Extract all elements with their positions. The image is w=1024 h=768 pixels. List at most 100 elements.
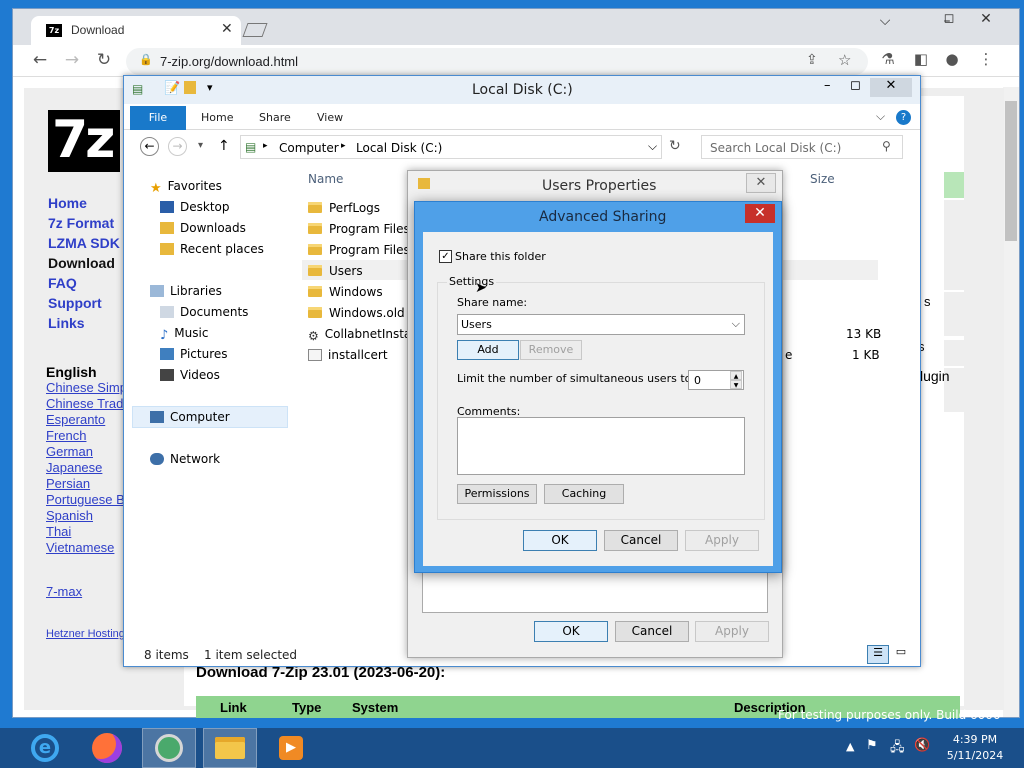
ribbon-home-tab[interactable]: Home	[201, 111, 233, 124]
nav-desktop[interactable]: Desktop	[160, 200, 230, 214]
file-row[interactable]: PerfLogs	[308, 201, 380, 215]
properties-icon[interactable]: 📝	[164, 81, 180, 96]
lang-link[interactable]: Portuguese Brazil	[46, 492, 126, 507]
advanced-sharing-close-button[interactable]: ✕	[745, 204, 775, 223]
file-row-selected[interactable]: Users	[308, 264, 363, 278]
permissions-button[interactable]: Permissions	[457, 484, 537, 504]
lang-link[interactable]: Chinese Trad.	[46, 396, 126, 411]
nav-documents[interactable]: Documents	[160, 305, 248, 319]
nav-downloads[interactable]: Downloads	[160, 221, 246, 235]
breadcrumb-local-disk[interactable]: Local Disk (C:)	[356, 141, 442, 155]
nav-lzma-sdk[interactable]: LZMA SDK	[48, 235, 120, 251]
nav-computer[interactable]: Computer	[150, 410, 230, 424]
nav-libraries[interactable]: Libraries	[150, 284, 222, 298]
file-row[interactable]: Windows.old	[308, 306, 405, 320]
breadcrumb-computer[interactable]: Computer	[279, 141, 339, 155]
lock-icon[interactable]: 🔒	[139, 53, 153, 66]
lang-link[interactable]: French	[46, 428, 126, 443]
column-name-header[interactable]: Name	[308, 172, 343, 186]
user-limit-stepper[interactable]: 0 ▲ ▼	[688, 370, 744, 390]
refresh-icon[interactable]: ↻	[669, 138, 681, 154]
share-icon[interactable]: ⇪	[806, 52, 818, 68]
network-tray-icon[interactable]: 🖧	[890, 738, 905, 760]
bookmark-star-icon[interactable]: ☆	[838, 51, 851, 69]
firefox-icon[interactable]	[80, 728, 134, 768]
details-view-icon[interactable]: ☰	[867, 645, 889, 664]
add-share-button[interactable]: Add	[457, 340, 519, 360]
7max-link[interactable]: 7-max	[46, 584, 126, 599]
lang-link[interactable]: Chinese Simpl.	[46, 380, 126, 395]
nav-7z-format[interactable]: 7z Format	[48, 215, 114, 231]
quick-access-dropdown-icon[interactable]: ▾	[207, 81, 213, 94]
side-panel-icon[interactable]: ◧	[908, 50, 934, 68]
tab-search-chevron-icon[interactable]: ⌵	[870, 13, 900, 29]
browser-tab[interactable]: 7z Download ✕	[31, 16, 241, 45]
advanced-sharing-cancel-button[interactable]: Cancel	[604, 530, 678, 551]
stepper-up-icon[interactable]: ▲	[730, 371, 742, 380]
explorer-close-button[interactable]: ✕	[870, 78, 912, 97]
new-folder-icon[interactable]	[184, 81, 196, 94]
extension-flask-icon[interactable]: ⚗	[875, 50, 901, 68]
scroll-thumb[interactable]	[1005, 101, 1017, 241]
up-folder-button[interactable]: ↑	[218, 138, 230, 154]
address-dropdown-icon[interactable]: ⌵	[648, 139, 657, 154]
hosting-link[interactable]: Hetzner Hosting	[46, 628, 126, 640]
share-folder-label[interactable]: Share this folder	[455, 250, 546, 263]
file-row[interactable]: Program Files (	[308, 243, 418, 257]
ribbon-view-tab[interactable]: View	[317, 111, 343, 124]
tab-close-icon[interactable]: ✕	[221, 21, 233, 37]
nav-recent-places[interactable]: Recent places	[160, 242, 264, 256]
advanced-sharing-apply-button[interactable]: Apply	[685, 530, 759, 551]
address-bar[interactable]: 🔒 7-zip.org/download.html ⇪ ☆	[126, 48, 868, 75]
file-explorer-taskbar-icon[interactable]	[203, 728, 257, 768]
profile-avatar-icon[interactable]: ●	[939, 50, 965, 68]
nav-network[interactable]: Network	[150, 452, 220, 466]
users-properties-close-button[interactable]: ✕	[746, 173, 776, 193]
ribbon-expand-icon[interactable]: ⌵	[876, 109, 885, 124]
lang-link[interactable]: German	[46, 444, 126, 459]
browser-close-button[interactable]: ✕	[971, 11, 1001, 27]
users-properties-cancel-button[interactable]: Cancel	[615, 621, 689, 642]
advanced-sharing-ok-button[interactable]: OK	[523, 530, 597, 551]
explorer-title-bar[interactable]: ▤ 📝 ▾ Local Disk (C:) – ◻ ✕	[124, 76, 920, 104]
stepper-down-icon[interactable]: ▼	[730, 380, 742, 389]
nav-links[interactable]: Links	[48, 315, 85, 331]
reload-button[interactable]: ↻	[91, 50, 117, 70]
large-icons-view-icon[interactable]: ▭	[891, 645, 911, 664]
lang-link[interactable]: Esperanto	[46, 412, 126, 427]
file-row[interactable]: ⚙ CollabnetInstal	[308, 327, 415, 343]
comments-textarea[interactable]	[457, 417, 745, 475]
recent-locations-icon[interactable]: ▾	[198, 140, 203, 151]
explorer-forward-button[interactable]: →	[168, 137, 187, 156]
users-properties-title-bar[interactable]: Users Properties ✕	[408, 171, 782, 199]
explorer-back-button[interactable]: ←	[140, 137, 159, 156]
nav-faq[interactable]: FAQ	[48, 275, 77, 291]
lang-link[interactable]: Japanese	[46, 460, 126, 475]
browser-maximize-button[interactable]: ◻	[934, 11, 964, 26]
explorer-maximize-button[interactable]: ◻	[850, 78, 861, 93]
share-name-dropdown[interactable]: Users ⌵	[457, 314, 745, 335]
explorer-address-bar[interactable]: ▤ ▸ Computer ▸ Local Disk (C:) ⌵	[240, 135, 662, 159]
action-center-flag-icon[interactable]: ⚑	[866, 738, 878, 753]
remove-share-button[interactable]: Remove	[520, 340, 582, 360]
help-icon[interactable]: ?	[896, 110, 911, 125]
media-player-icon[interactable]: ▶	[264, 728, 318, 768]
ribbon-share-tab[interactable]: Share	[259, 111, 291, 124]
chevron-down-icon[interactable]: ⌵	[732, 317, 740, 331]
file-row[interactable]: Program Files	[308, 222, 410, 236]
nav-videos[interactable]: Videos	[160, 368, 220, 382]
internet-explorer-icon[interactable]: e	[18, 728, 72, 768]
chrome-taskbar-icon[interactable]	[142, 728, 196, 768]
explorer-minimize-button[interactable]: –	[824, 78, 831, 93]
page-scrollbar[interactable]	[1003, 87, 1019, 717]
caching-button[interactable]: Caching	[544, 484, 624, 504]
nav-favorites[interactable]: ★ Favorites	[150, 179, 222, 196]
lang-link[interactable]: Vietnamese	[46, 540, 126, 555]
users-properties-ok-button[interactable]: OK	[534, 621, 608, 642]
back-button[interactable]: ←	[27, 50, 53, 70]
column-size-header[interactable]: Size	[810, 172, 835, 186]
taskbar-clock[interactable]: 4:39 PM 5/11/2024	[940, 732, 1010, 764]
lang-link[interactable]: Persian	[46, 476, 126, 491]
nav-pictures[interactable]: Pictures	[160, 347, 228, 361]
nav-music[interactable]: ♪ Music	[160, 326, 208, 343]
